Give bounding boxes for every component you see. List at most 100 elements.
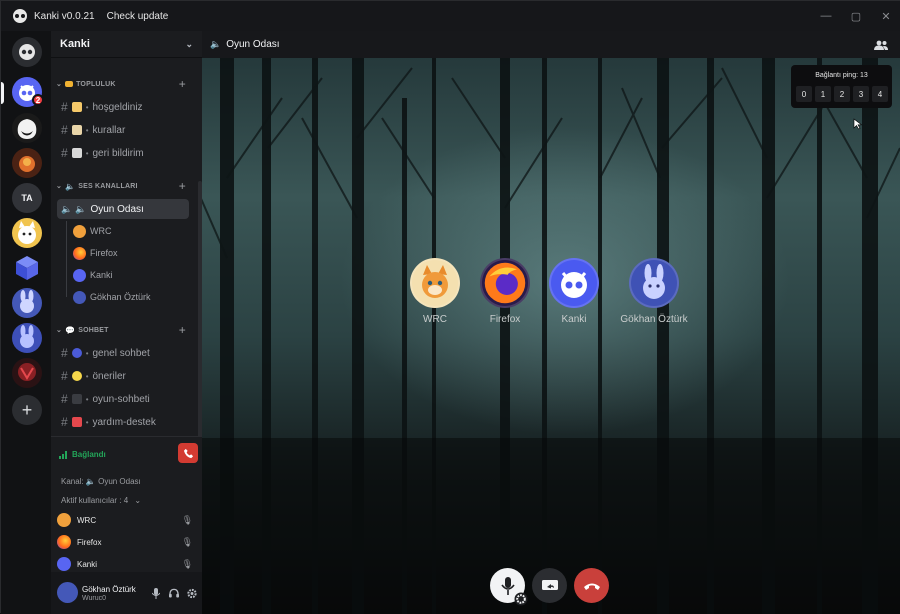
chevron-down-icon: ⌄ bbox=[185, 38, 193, 49]
participant-name: WRC bbox=[423, 314, 447, 325]
close-icon[interactable]: ✕ bbox=[871, 1, 900, 31]
maximize-icon[interactable]: ▢ bbox=[841, 1, 871, 31]
kanki-avatar-icon bbox=[561, 272, 587, 298]
add-server-button[interactable]: + bbox=[12, 395, 42, 425]
signal-bars-icon bbox=[59, 451, 67, 459]
selected-server-pill bbox=[1, 82, 4, 104]
voice-user-wrc[interactable]: WRC bbox=[73, 221, 112, 241]
active-user-wrc[interactable]: WRC 🎙 bbox=[57, 512, 197, 528]
avatar bbox=[57, 513, 71, 527]
channel-kurallar[interactable]: # • kurallar bbox=[57, 120, 189, 140]
server-7[interactable] bbox=[12, 288, 42, 318]
voice-user-kanki[interactable]: Kanki bbox=[73, 265, 113, 285]
voice-user-gokhan[interactable]: Gökhan Öztürk bbox=[73, 287, 151, 307]
add-channel-icon[interactable]: + bbox=[179, 179, 186, 193]
connection-status-label: Bağlandı bbox=[72, 450, 106, 459]
mic-icon: 🎙 bbox=[181, 514, 193, 525]
gear-icon[interactable] bbox=[187, 587, 197, 599]
active-users-toggle[interactable]: Aktif kullanıcılar : 4 ⌄ bbox=[61, 496, 141, 505]
channel-genel-sohbet[interactable]: # • genel sohbet bbox=[57, 343, 189, 363]
screen-share-button[interactable] bbox=[532, 568, 567, 603]
firefox-icon bbox=[73, 246, 86, 260]
server-rail: 2 TA + bbox=[1, 31, 51, 614]
microphone-button[interactable] bbox=[490, 568, 528, 606]
separator-dot: • bbox=[85, 102, 89, 112]
mic-toggle-icon[interactable] bbox=[151, 587, 161, 599]
speaker-icon: 🔈 bbox=[61, 203, 73, 214]
participant-name: Firefox bbox=[489, 314, 521, 325]
channel-yardim-destek[interactable]: # • yardım-destek bbox=[57, 412, 189, 432]
speaker-icon: 🔈 bbox=[75, 203, 87, 214]
members-icon[interactable] bbox=[874, 40, 888, 50]
fire-avatar-icon bbox=[12, 148, 42, 178]
guild-name: Kanki bbox=[60, 38, 90, 50]
sos-emoji-icon bbox=[71, 417, 82, 427]
channel-hosgeldiniz[interactable]: # • hoşgeldiniz bbox=[57, 97, 189, 117]
separator-dot: • bbox=[85, 348, 89, 358]
home-button[interactable] bbox=[12, 37, 42, 67]
participant-wrc[interactable]: WRC bbox=[400, 258, 470, 325]
add-channel-icon[interactable]: + bbox=[179, 77, 186, 91]
wave-emoji-icon bbox=[71, 102, 82, 112]
user-status: Wuruc0 bbox=[82, 595, 106, 602]
guild-header[interactable]: Kanki ⌄ bbox=[51, 31, 202, 58]
participant-kanki[interactable]: Kanki bbox=[539, 258, 609, 325]
participant-avatar bbox=[410, 258, 460, 308]
tree-line bbox=[66, 221, 67, 297]
server-6[interactable] bbox=[12, 253, 42, 283]
category-topluluk[interactable]: ⌄ TOPLULUK + bbox=[51, 76, 202, 92]
check-update-link[interactable]: Check update bbox=[107, 11, 169, 22]
voice-user-name: Gökhan Öztürk bbox=[90, 292, 151, 302]
minimize-icon[interactable]: — bbox=[811, 1, 841, 31]
participant-gokhan[interactable]: Gökhan Öztürk bbox=[619, 258, 689, 325]
firefox-icon bbox=[57, 535, 71, 549]
server-ta[interactable]: TA bbox=[12, 183, 42, 213]
server-8[interactable] bbox=[12, 323, 42, 353]
active-user-kanki[interactable]: Kanki 🎙 bbox=[57, 556, 197, 572]
app-title: Kanki v0.0.21 bbox=[34, 10, 95, 22]
channel-label: genel sohbet bbox=[92, 347, 150, 359]
channel-oyun-sohbeti[interactable]: # • oyun-sohbeti bbox=[57, 389, 189, 409]
rabbit-avatar-icon bbox=[73, 290, 86, 304]
bape-logo-icon bbox=[17, 119, 37, 139]
active-user-firefox[interactable]: Firefox 🎙 bbox=[57, 534, 197, 550]
add-channel-icon[interactable]: + bbox=[179, 323, 186, 337]
user-avatar[interactable] bbox=[57, 582, 78, 603]
headphones-icon[interactable] bbox=[169, 587, 179, 599]
chevron-down-icon: ⌄ bbox=[56, 183, 63, 190]
call-controls bbox=[490, 568, 609, 606]
hash-icon: # bbox=[61, 346, 68, 360]
server-5[interactable] bbox=[12, 218, 42, 248]
ping-cell: 2 bbox=[834, 86, 850, 102]
category-sohbet[interactable]: ⌄ 💬 SOHBET + bbox=[51, 322, 202, 338]
main-area: 🔈 Oyun Odası Bağlantı ping: 13 0 1 2 3 4… bbox=[202, 31, 900, 614]
category-ses-kanallari[interactable]: ⌄ 🔈 SES KANALLARI + bbox=[51, 178, 202, 194]
hash-icon: # bbox=[61, 392, 68, 406]
leave-call-button[interactable] bbox=[574, 568, 609, 603]
voice-channel-oyun-odasi[interactable]: 🔈 🔈 Oyun Odası bbox=[57, 199, 189, 219]
forest-background-image bbox=[202, 58, 900, 614]
speaker-icon: 🔈 bbox=[210, 39, 222, 49]
chevron-down-icon: ⌄ bbox=[56, 327, 63, 334]
disconnect-button[interactable] bbox=[178, 443, 198, 463]
channel-label: oyun-sohbeti bbox=[92, 393, 150, 405]
hash-icon: # bbox=[61, 146, 68, 160]
channel-label: Oyun Odası bbox=[90, 203, 144, 215]
avatar bbox=[73, 224, 86, 238]
ping-cell: 4 bbox=[872, 86, 888, 102]
category-name: SES KANALLARI bbox=[78, 182, 138, 190]
participant-firefox[interactable]: Firefox bbox=[470, 258, 540, 325]
title-bar: Kanki v0.0.21 Check update — ▢ ✕ bbox=[1, 1, 900, 31]
server-3[interactable] bbox=[12, 148, 42, 178]
channel-title: Oyun Odası bbox=[226, 39, 280, 50]
connected-channel-line: Kanal: 🔈 Oyun Odası bbox=[61, 477, 141, 486]
separator-dot: • bbox=[85, 125, 89, 135]
channel-oneriler[interactable]: # • öneriler bbox=[57, 366, 189, 386]
server-9[interactable] bbox=[12, 358, 42, 388]
server-2[interactable] bbox=[12, 113, 42, 143]
channel-geri-bildirim[interactable]: # • geri bildirim bbox=[57, 143, 189, 163]
channel-header: 🔈 Oyun Odası bbox=[202, 31, 900, 58]
mic-settings-gear-icon[interactable] bbox=[514, 592, 528, 606]
voice-user-firefox[interactable]: Firefox bbox=[73, 243, 118, 263]
rabbit-avatar-icon bbox=[20, 325, 34, 348]
